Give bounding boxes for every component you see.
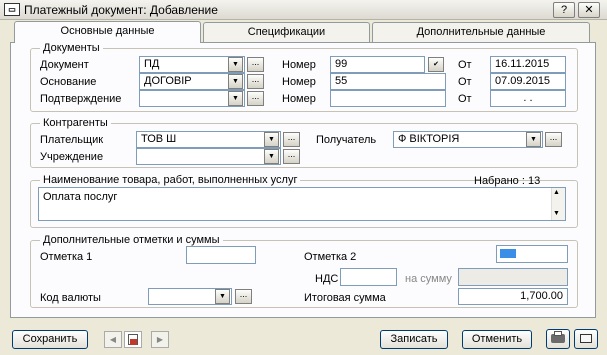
- total-label: Итоговая сумма: [304, 292, 386, 304]
- basis-date-field[interactable]: 07.09.2015: [490, 73, 566, 90]
- mark1-field[interactable]: [186, 246, 256, 264]
- window-icon: ▭: [4, 3, 20, 16]
- number-check-icon[interactable]: ✔: [428, 57, 444, 72]
- basis-browse-button[interactable]: ...: [247, 74, 264, 89]
- recipient-dropdown-icon[interactable]: ▼: [526, 132, 541, 147]
- institution-dropdown-icon[interactable]: ▼: [264, 149, 279, 164]
- confirmation-dropdown-icon[interactable]: ▼: [228, 91, 243, 106]
- institution-label: Учреждение: [40, 151, 104, 163]
- close-button[interactable]: ✕: [578, 2, 600, 18]
- document-date-label: От: [458, 59, 472, 71]
- document-label: Документ: [40, 59, 89, 71]
- title-bar: ▭ Платежный документ: Добавление ? ✕: [0, 0, 607, 20]
- tab-additional-data[interactable]: Дополнительные данные: [372, 22, 590, 42]
- document-number-field[interactable]: 99: [330, 56, 425, 73]
- payer-field[interactable]: ТОВ Ш: [136, 131, 281, 148]
- mark2-label: Отметка 2: [304, 251, 357, 263]
- currency-dropdown-icon[interactable]: ▼: [215, 289, 230, 304]
- nav-prev-icon[interactable]: ◀: [104, 331, 122, 348]
- save-button[interactable]: Сохранить: [12, 330, 88, 349]
- options-icon: [580, 334, 592, 343]
- confirmation-number-label: Номер: [282, 93, 316, 105]
- document-browse-button[interactable]: ...: [247, 57, 264, 72]
- document-number-label: Номер: [282, 59, 316, 71]
- currency-label: Код валюты: [40, 292, 101, 304]
- extra-group-title: Дополнительные отметки и суммы: [40, 234, 223, 246]
- currency-browse-button[interactable]: ...: [235, 289, 252, 304]
- document-dropdown-icon[interactable]: ▼: [228, 57, 243, 72]
- documents-group-title: Документы: [40, 42, 103, 54]
- vat-field[interactable]: [340, 268, 397, 286]
- page-mark-icon: [130, 339, 137, 345]
- scroll-down-icon[interactable]: ▼: [553, 210, 560, 217]
- confirmation-browse-button[interactable]: ...: [247, 91, 264, 106]
- document-date-field[interactable]: 16.11.2015: [490, 56, 566, 73]
- scroll-up-icon[interactable]: ▲: [553, 189, 560, 196]
- cancel-button[interactable]: Отменить: [462, 330, 532, 349]
- confirmation-date-label: От: [458, 93, 472, 105]
- goods-description-textarea[interactable]: Оплата послуг: [38, 187, 566, 221]
- counterparties-group-title: Контрагенты: [40, 117, 111, 129]
- vat-label: НДС: [315, 273, 339, 285]
- total-field[interactable]: 1,700.00: [458, 288, 568, 305]
- on-sum-label: на сумму: [405, 273, 452, 285]
- recipient-label: Получатель: [316, 134, 377, 146]
- goods-char-counter: Набрано : 13: [474, 175, 541, 187]
- basis-dropdown-icon[interactable]: ▼: [228, 74, 243, 89]
- recipient-field[interactable]: Ф ВІКТОРІЯ: [393, 131, 543, 148]
- goods-group-title: Наименование товара, работ, выполненных …: [40, 174, 301, 186]
- confirmation-number-field[interactable]: [330, 90, 446, 107]
- confirmation-date-field[interactable]: . .: [490, 90, 566, 107]
- record-button[interactable]: Записать: [380, 330, 448, 349]
- basis-number-label: Номер: [282, 76, 316, 88]
- confirmation-label: Подтверждение: [40, 93, 122, 105]
- basis-label: Основание: [40, 76, 97, 88]
- basis-date-label: От: [458, 76, 472, 88]
- window-title: Платежный документ: Добавление: [24, 3, 218, 17]
- institution-browse-button[interactable]: ...: [283, 149, 300, 164]
- payer-label: Плательщик: [40, 134, 104, 146]
- payer-dropdown-icon[interactable]: ▼: [264, 132, 279, 147]
- recipient-browse-button[interactable]: ...: [545, 132, 562, 147]
- nav-next-icon[interactable]: ▶: [151, 331, 169, 348]
- institution-field[interactable]: [136, 148, 281, 165]
- basis-number-field[interactable]: 55: [330, 73, 446, 90]
- help-button[interactable]: ?: [553, 2, 575, 18]
- mark1-label: Отметка 1: [40, 251, 93, 263]
- mark2-color-swatch: [500, 249, 516, 258]
- tab-main-data[interactable]: Основные данные: [14, 21, 201, 43]
- tab-specifications[interactable]: Спецификации: [203, 22, 370, 42]
- payer-browse-button[interactable]: ...: [283, 132, 300, 147]
- printer-paper-icon: [554, 331, 562, 336]
- on-sum-field: [458, 268, 568, 286]
